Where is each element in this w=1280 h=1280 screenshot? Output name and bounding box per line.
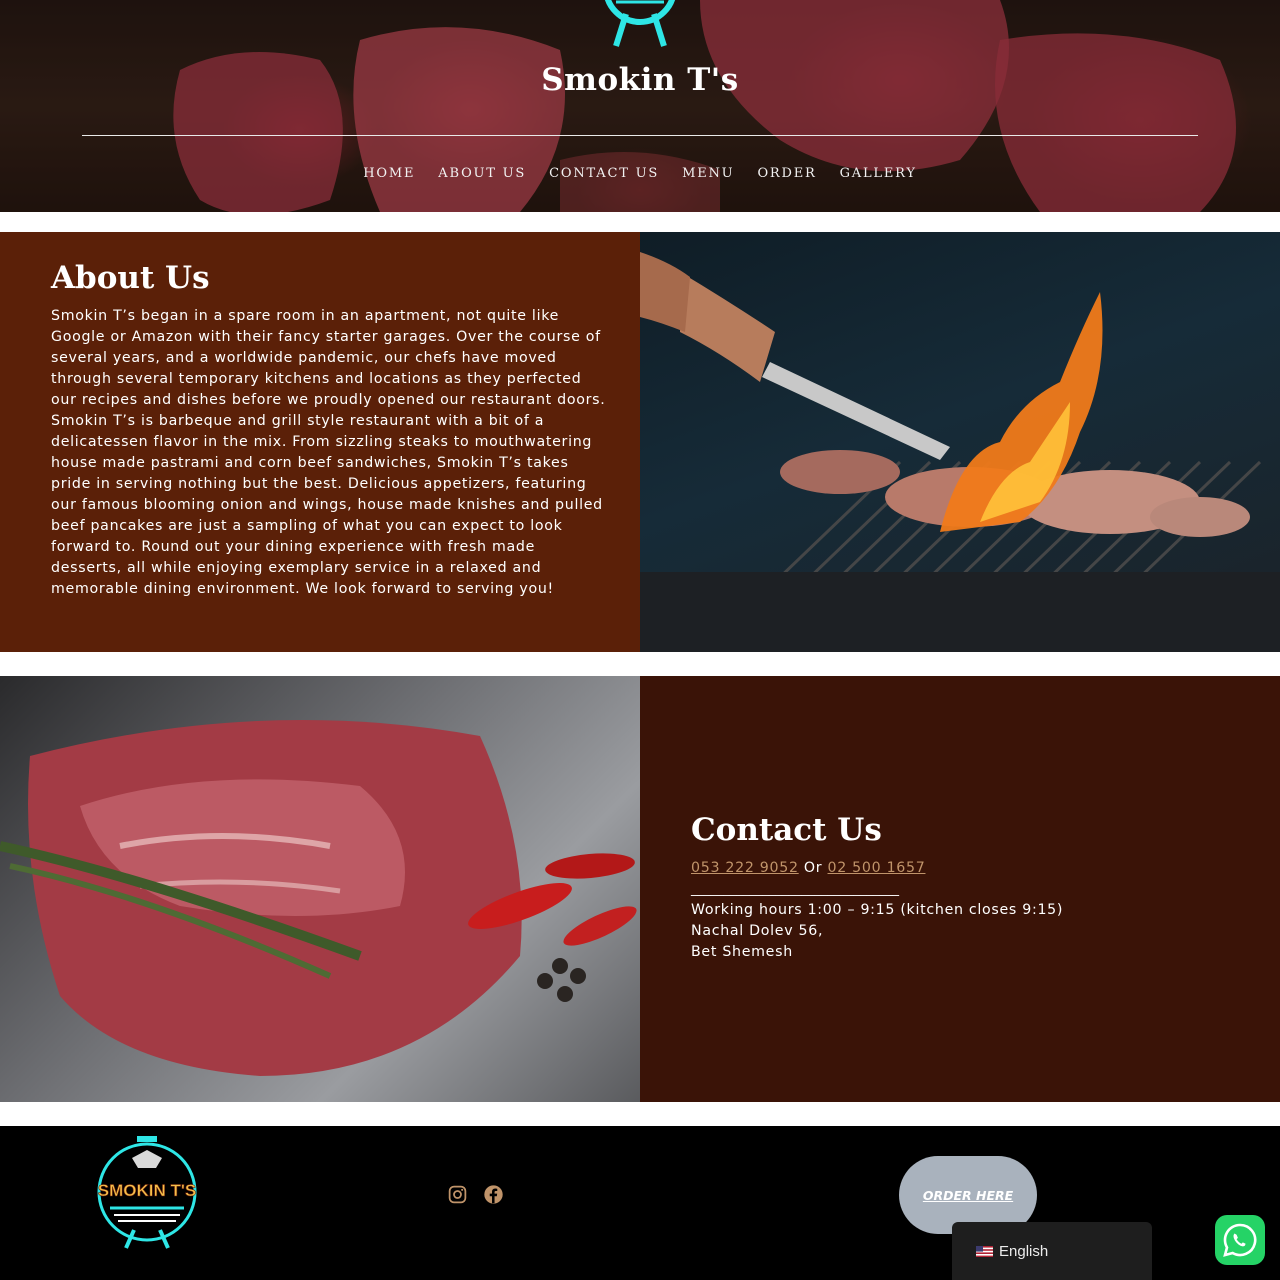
phone-line: 053 222 9052 Or 02 500 1657: [691, 858, 1251, 879]
site-header: Smokin T's HOME ABOUT US CONTACT US MENU…: [0, 0, 1280, 212]
us-flag-icon: [976, 1245, 993, 1257]
grill-logo-icon[interactable]: [590, 0, 690, 48]
nav-item-contact-us[interactable]: CONTACT US: [549, 165, 659, 183]
steak-photo: [0, 676, 640, 1102]
grill-photo: [640, 232, 1280, 652]
phone-separator: Or: [798, 860, 828, 876]
contact-heading: Contact Us: [691, 812, 882, 848]
site-title[interactable]: Smokin T's: [0, 62, 1280, 98]
main-navigation: HOME ABOUT US CONTACT US MENU ORDER GALL…: [0, 165, 1280, 183]
language-switcher[interactable]: English: [952, 1222, 1152, 1280]
nav-item-about-us[interactable]: ABOUT US: [438, 165, 526, 183]
instagram-icon[interactable]: [447, 1184, 468, 1205]
header-divider: [82, 135, 1198, 136]
phone-link-secondary[interactable]: 02 500 1657: [828, 860, 926, 876]
facebook-icon[interactable]: [483, 1184, 504, 1205]
nav-item-order[interactable]: ORDER: [757, 165, 816, 183]
footer-logo[interactable]: SMOKIN T'S: [92, 1132, 202, 1250]
footer-logo-text: SMOKIN T'S: [98, 1181, 197, 1200]
phone-link-primary[interactable]: 053 222 9052: [691, 860, 799, 876]
about-heading: About Us: [51, 260, 210, 296]
nav-item-menu[interactable]: MENU: [682, 165, 734, 183]
social-links: [447, 1184, 504, 1205]
whatsapp-button[interactable]: [1215, 1215, 1265, 1265]
whatsapp-icon: [1223, 1223, 1257, 1257]
nav-item-gallery[interactable]: GALLERY: [840, 165, 917, 183]
language-label: English: [999, 1242, 1049, 1260]
contact-details: 053 222 9052 Or 02 500 1657 ____________…: [691, 858, 1251, 963]
nav-item-home[interactable]: HOME: [363, 165, 415, 183]
about-body-text: Smokin T’s began in a spare room in an a…: [51, 308, 606, 597]
address-line-2: Bet Shemesh: [691, 944, 793, 960]
contact-divider: ________________________________: [691, 882, 899, 897]
address-line-1: Nachal Dolev 56,: [691, 923, 824, 939]
working-hours: Working hours 1:00 – 9:15 (kitchen close…: [691, 902, 1064, 918]
